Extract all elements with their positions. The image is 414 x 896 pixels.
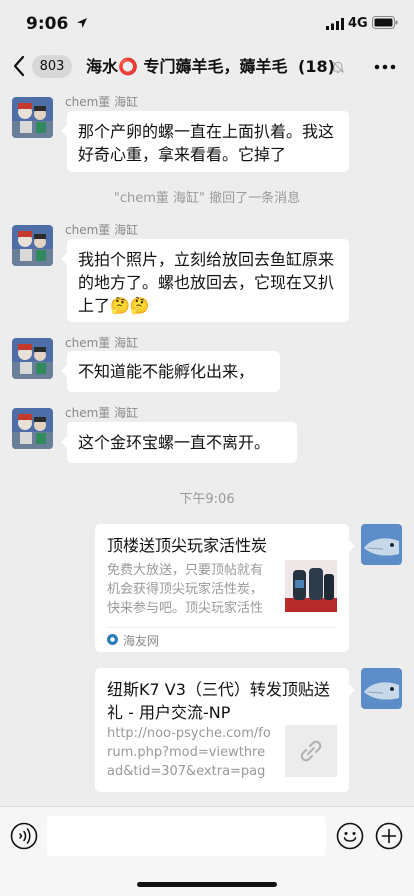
sender-name: chem董 海缸 (65, 95, 139, 109)
card-divider (107, 627, 337, 628)
card-title: 纽斯K7 V3（三代）转发顶贴送礼 - 用户交流-NP (107, 680, 330, 722)
sender-name: chem董 海缸 (65, 223, 139, 237)
message-bubble[interactable]: 那个产卵的螺一直在上面扒着。我这好奇心重，拿来看看。它掉了 (61, 111, 349, 172)
source-logo-icon (107, 634, 118, 645)
time-divider: 下午9:06 (179, 492, 235, 507)
sender-avatar[interactable] (12, 408, 53, 449)
message-text: 我拍个照片，立刻给放回去鱼缸原来的地方了。螺也放回去，它现在又扒上了🤔🤔 (78, 250, 335, 315)
signal-bars-icon (326, 18, 344, 30)
chat-title: 海水⭕ 专门薅羊毛，薅羊毛 (86, 57, 288, 76)
card-thumbnail (285, 560, 337, 612)
chat-header: 803 海水⭕ 专门薅羊毛，薅羊毛 (18) (0, 46, 414, 88)
sender-name: chem董 海缸 (65, 336, 139, 350)
battery-icon (372, 16, 398, 29)
card-title: 顶楼送顶尖玩家活性炭 (107, 536, 268, 555)
sender-name: chem董 海缸 (65, 406, 139, 420)
member-count: (18) (298, 57, 335, 76)
card-description: http://noo-psyche.com/forum.php?mod=view… (107, 726, 271, 779)
status-time: 9:06 (26, 14, 69, 34)
link-icon (300, 740, 322, 762)
message-text: 不知道能不能孵化出来， (78, 362, 255, 381)
more-dots-icon[interactable] (374, 64, 396, 70)
sender-avatar[interactable] (12, 225, 53, 266)
link-card[interactable]: 顶楼送顶尖玩家活性炭 免费大放送，只要顶帖就有机会获得顶尖玩家活性炭，快来参与吧… (95, 524, 355, 652)
chevron-left-icon[interactable] (12, 55, 26, 77)
emoji-icon[interactable] (336, 822, 364, 850)
home-indicator (137, 882, 277, 887)
bell-off-icon (331, 61, 345, 74)
my-avatar[interactable] (361, 668, 402, 709)
network-type: 4G (348, 16, 368, 31)
my-avatar[interactable] (361, 524, 402, 565)
card-link-placeholder (285, 725, 337, 777)
card-source: 海友网 (123, 634, 160, 648)
recall-notice: "chem董 海缸" 撤回了一条消息 (113, 191, 301, 206)
location-arrow-icon (77, 18, 87, 28)
message-text: 那个产卵的螺一直在上面扒着。我这好奇心重，拿来看看。它掉了 (78, 122, 335, 164)
sender-avatar[interactable] (12, 97, 53, 138)
sender-avatar[interactable] (12, 338, 53, 379)
status-bar: 9:06 4G (0, 0, 414, 46)
message-bubble[interactable]: 我拍个照片，立刻给放回去鱼缸原来的地方了。螺也放回去，它现在又扒上了🤔🤔 (61, 239, 349, 322)
message-input[interactable] (47, 816, 326, 856)
plus-icon[interactable] (375, 822, 403, 850)
message-bubble[interactable]: 这个金环宝螺一直不离开。 (61, 422, 297, 463)
message-bubble[interactable]: 不知道能不能孵化出来， (61, 351, 280, 392)
card-description: 免费大放送，只要顶帖就有机会获得顶尖玩家活性炭，快来参与吧。顶尖玩家活性炭 (107, 563, 264, 616)
message-text: 这个金环宝螺一直不离开。 (78, 433, 271, 452)
unread-count-badge[interactable]: 803 (32, 55, 72, 78)
voice-icon[interactable] (10, 822, 38, 850)
link-card[interactable]: 纽斯K7 V3（三代）转发顶贴送礼 - 用户交流-NP http://noo-p… (95, 668, 355, 792)
